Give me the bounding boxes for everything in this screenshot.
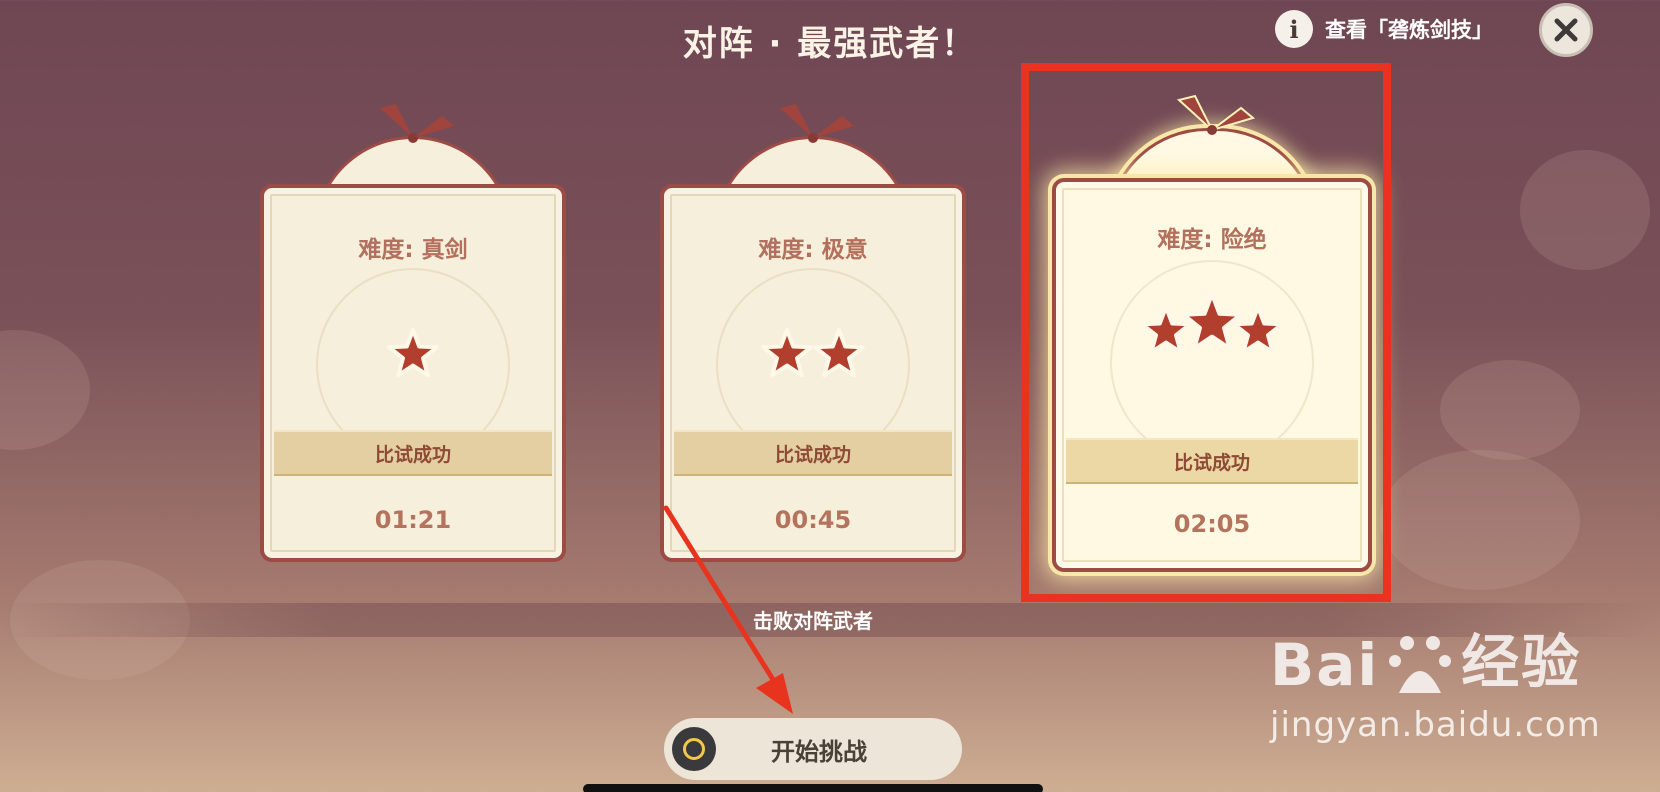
star-icon	[813, 328, 865, 378]
watermark-brand: Bai	[1270, 631, 1380, 699]
result-banner: 比试成功	[1066, 438, 1358, 484]
view-sword-skill-button[interactable]: i 查看「砻炼剑技」	[1275, 10, 1493, 48]
result-banner: 比试成功	[674, 430, 952, 476]
background-cloud	[1380, 450, 1580, 590]
star-icon	[761, 328, 813, 378]
start-challenge-button[interactable]: 开始挑战	[664, 718, 962, 780]
difficulty-label: 难度: 极意	[758, 237, 868, 263]
card-body: 难度: 险绝 比试成功 02:05	[1052, 178, 1372, 572]
difficulty-stars	[1140, 292, 1284, 355]
home-indicator	[583, 784, 1043, 792]
defeat-opponent-hint: 击败对阵武者	[753, 609, 873, 633]
difficulty-label: 难度: 真剑	[358, 237, 468, 263]
view-sword-skill-label: 查看「砻炼剑技」	[1325, 18, 1493, 42]
background-cloud	[0, 330, 90, 450]
difficulty-card-true-sword[interactable]: 难度: 真剑 比试成功 01:21	[260, 100, 566, 562]
close-icon	[1554, 18, 1578, 42]
difficulty-stars	[387, 328, 439, 378]
start-challenge-label: 开始挑战	[771, 737, 867, 766]
clear-time: 00:45	[774, 506, 852, 534]
ribbon-bow-icon	[1176, 94, 1256, 135]
paw-logo-icon	[1389, 636, 1452, 693]
controller-button-icon	[672, 727, 716, 771]
difficulty-stars	[761, 328, 865, 378]
card-body: 难度: 真剑 比试成功 01:21	[260, 184, 566, 562]
clear-time: 02:05	[1173, 510, 1251, 538]
background-cloud	[1440, 360, 1580, 460]
difficulty-card-mastery[interactable]: 难度: 极意 比试成功 00:45	[660, 100, 966, 562]
close-button[interactable]	[1539, 3, 1593, 57]
difficulty-label: 难度: 险绝	[1157, 227, 1267, 253]
difficulty-card-perilous[interactable]: 难度: 险绝 比试成功 02:05	[1052, 92, 1372, 572]
star-icon	[387, 328, 439, 378]
star-icon	[1181, 292, 1243, 351]
info-icon: i	[1275, 10, 1313, 48]
card-body: 难度: 极意 比试成功 00:45	[660, 184, 966, 562]
clear-time: 01:21	[374, 506, 452, 534]
result-banner: 比试成功	[274, 430, 552, 476]
ribbon-bow-icon	[780, 104, 854, 143]
background-cloud	[1520, 150, 1650, 270]
ribbon-bow-icon	[380, 104, 454, 143]
watermark-url: jingyan.baidu.com	[1270, 705, 1601, 745]
